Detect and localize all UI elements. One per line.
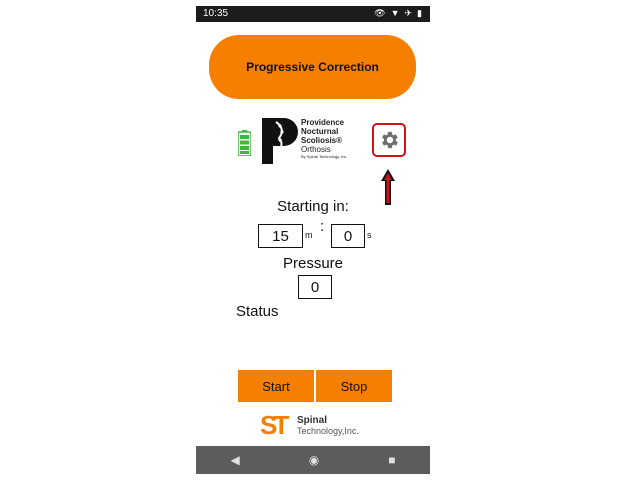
home-icon[interactable]: ◉	[309, 453, 319, 467]
logo-line-2: Nocturnal	[301, 127, 339, 136]
footer-logo-name: Spinal	[297, 415, 328, 426]
providence-logo-text: Providence Nocturnal Scoliosis® Orthosis…	[301, 118, 371, 160]
status-bar: 10:35 👁 ▼ ✈ ▮	[196, 6, 430, 22]
android-nav-bar: ◀ ◉ ■	[196, 446, 430, 474]
seconds-unit-label: s	[367, 230, 372, 240]
wifi-icon: ▼	[390, 8, 400, 18]
footer-logo-sub: Technology,Inc.	[297, 426, 359, 436]
pressure-field[interactable]: 0	[298, 275, 332, 299]
recents-icon[interactable]: ■	[388, 453, 395, 467]
logo-line-4: Orthosis	[301, 145, 331, 154]
eye-icon: 👁	[374, 8, 386, 18]
gear-icon	[382, 131, 398, 149]
status-icons: 👁 ▼ ✈ ▮	[374, 8, 422, 19]
seconds-field[interactable]: 0	[331, 224, 365, 248]
starting-in-label: Starting in:	[277, 198, 349, 215]
footer-logo-mark: ST	[260, 410, 289, 440]
battery-icon: ▮	[417, 8, 422, 18]
status-time: 10:35	[203, 8, 229, 19]
start-button[interactable]: Start	[238, 370, 314, 402]
minutes-field[interactable]: 15	[258, 224, 303, 248]
logo-line-3: Scoliosis®	[301, 136, 343, 145]
logo-line-5: By Spinal Technology, Inc.	[301, 154, 348, 159]
logo-line-1: Providence	[301, 118, 345, 127]
status-label: Status	[236, 303, 279, 320]
pressure-label: Pressure	[282, 255, 344, 272]
providence-logo-icon	[262, 118, 298, 164]
minutes-unit-label: m	[305, 230, 313, 240]
phone-screen: 10:35 👁 ▼ ✈ ▮ Progressive Correction Pro…	[196, 6, 430, 474]
spinal-technology-logo: ST Spinal Technology,Inc.	[260, 410, 380, 440]
time-separator: :	[320, 218, 325, 235]
airplane-icon: ✈	[404, 8, 413, 18]
progressive-correction-button[interactable]: Progressive Correction	[209, 35, 416, 99]
battery-level-icon	[238, 130, 251, 156]
settings-button[interactable]	[372, 123, 406, 157]
back-icon[interactable]: ◀	[231, 453, 240, 467]
stop-button[interactable]: Stop	[316, 370, 392, 402]
